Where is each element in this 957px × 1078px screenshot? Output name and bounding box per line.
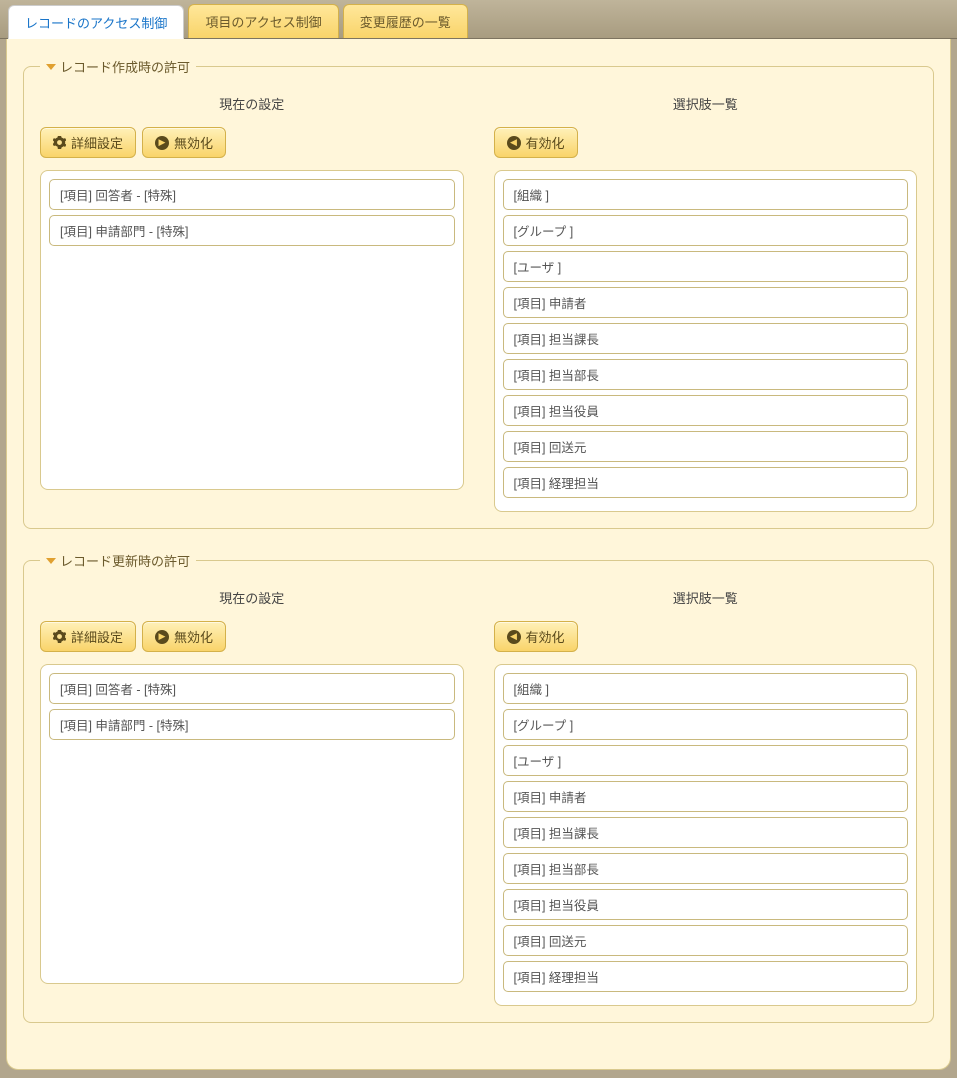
header-options: 選択肢一覧 [494, 94, 918, 113]
list-item[interactable]: [項目] 回送元 [503, 925, 909, 956]
arrow-left-icon: ◀ [507, 136, 521, 150]
list-item[interactable]: [項目] 担当部長 [503, 853, 909, 884]
detail-settings-button[interactable]: 詳細設定 [40, 127, 136, 158]
list-item[interactable]: [項目] 申請者 [503, 287, 909, 318]
col-current-1: 現在の設定 詳細設定 ▶ 無効化 [40, 588, 464, 1006]
current-list-1: [項目] 回答者 - [特殊] [項目] 申請部門 - [特殊] [40, 664, 464, 984]
group-record-create: レコード作成時の許可 現在の設定 詳細設定 ▶ 無効化 [23, 57, 934, 529]
list-item[interactable]: [項目] 担当役員 [503, 889, 909, 920]
col-options-1: 選択肢一覧 ◀ 有効化 [組織 ] [グループ ] [ユーザ ] [項目] 申請… [494, 588, 918, 1006]
list-item[interactable]: [グループ ] [503, 709, 909, 740]
gear-icon [53, 630, 66, 643]
list-item[interactable]: [項目] 回答者 - [特殊] [49, 673, 455, 704]
tabs-bar: レコードのアクセス制御 項目のアクセス制御 変更履歴の一覧 [0, 0, 957, 39]
tab-record-access[interactable]: レコードのアクセス制御 [8, 5, 184, 39]
list-item[interactable]: [項目] 担当役員 [503, 395, 909, 426]
list-item[interactable]: [項目] 申請部門 - [特殊] [49, 709, 455, 740]
list-item[interactable]: [項目] 経理担当 [503, 467, 909, 498]
legend-record-create[interactable]: レコード作成時の許可 [40, 57, 196, 76]
detail-settings-button[interactable]: 詳細設定 [40, 621, 136, 652]
disable-button[interactable]: ▶ 無効化 [142, 621, 226, 652]
arrow-left-icon: ◀ [507, 630, 521, 644]
gear-icon [53, 136, 66, 149]
header-current: 現在の設定 [40, 94, 464, 113]
list-item[interactable]: [項目] 担当課長 [503, 323, 909, 354]
list-item[interactable]: [項目] 経理担当 [503, 961, 909, 992]
list-item[interactable]: [ユーザ ] [503, 745, 909, 776]
collapse-icon [46, 558, 56, 564]
arrow-right-icon: ▶ [155, 630, 169, 644]
options-list-0: [組織 ] [グループ ] [ユーザ ] [項目] 申請者 [項目] 担当課長 … [494, 170, 918, 512]
list-item[interactable]: [グループ ] [503, 215, 909, 246]
col-current-0: 現在の設定 詳細設定 ▶ 無効化 [40, 94, 464, 512]
group-record-update: レコード更新時の許可 現在の設定 詳細設定 ▶ 無効化 [23, 551, 934, 1023]
list-item[interactable]: [項目] 担当課長 [503, 817, 909, 848]
list-item[interactable]: [項目] 回答者 - [特殊] [49, 179, 455, 210]
list-item[interactable]: [項目] 申請者 [503, 781, 909, 812]
tab-field-access[interactable]: 項目のアクセス制御 [188, 4, 338, 38]
current-list-0: [項目] 回答者 - [特殊] [項目] 申請部門 - [特殊] [40, 170, 464, 490]
list-item[interactable]: [項目] 回送元 [503, 431, 909, 462]
tab-change-history[interactable]: 変更履歴の一覧 [343, 4, 468, 38]
list-item[interactable]: [ユーザ ] [503, 251, 909, 282]
disable-button[interactable]: ▶ 無効化 [142, 127, 226, 158]
list-item[interactable]: [組織 ] [503, 179, 909, 210]
list-item[interactable]: [項目] 申請部門 - [特殊] [49, 215, 455, 246]
arrow-right-icon: ▶ [155, 136, 169, 150]
list-item[interactable]: [組織 ] [503, 673, 909, 704]
col-options-0: 選択肢一覧 ◀ 有効化 [組織 ] [グループ ] [ユーザ ] [項目] 申請… [494, 94, 918, 512]
options-list-1: [組織 ] [グループ ] [ユーザ ] [項目] 申請者 [項目] 担当課長 … [494, 664, 918, 1006]
list-item[interactable]: [項目] 担当部長 [503, 359, 909, 390]
page-body: レコード作成時の許可 現在の設定 詳細設定 ▶ 無効化 [6, 39, 951, 1070]
enable-button[interactable]: ◀ 有効化 [494, 621, 578, 652]
enable-button[interactable]: ◀ 有効化 [494, 127, 578, 158]
header-current: 現在の設定 [40, 588, 464, 607]
header-options: 選択肢一覧 [494, 588, 918, 607]
collapse-icon [46, 64, 56, 70]
legend-record-update[interactable]: レコード更新時の許可 [40, 551, 196, 570]
